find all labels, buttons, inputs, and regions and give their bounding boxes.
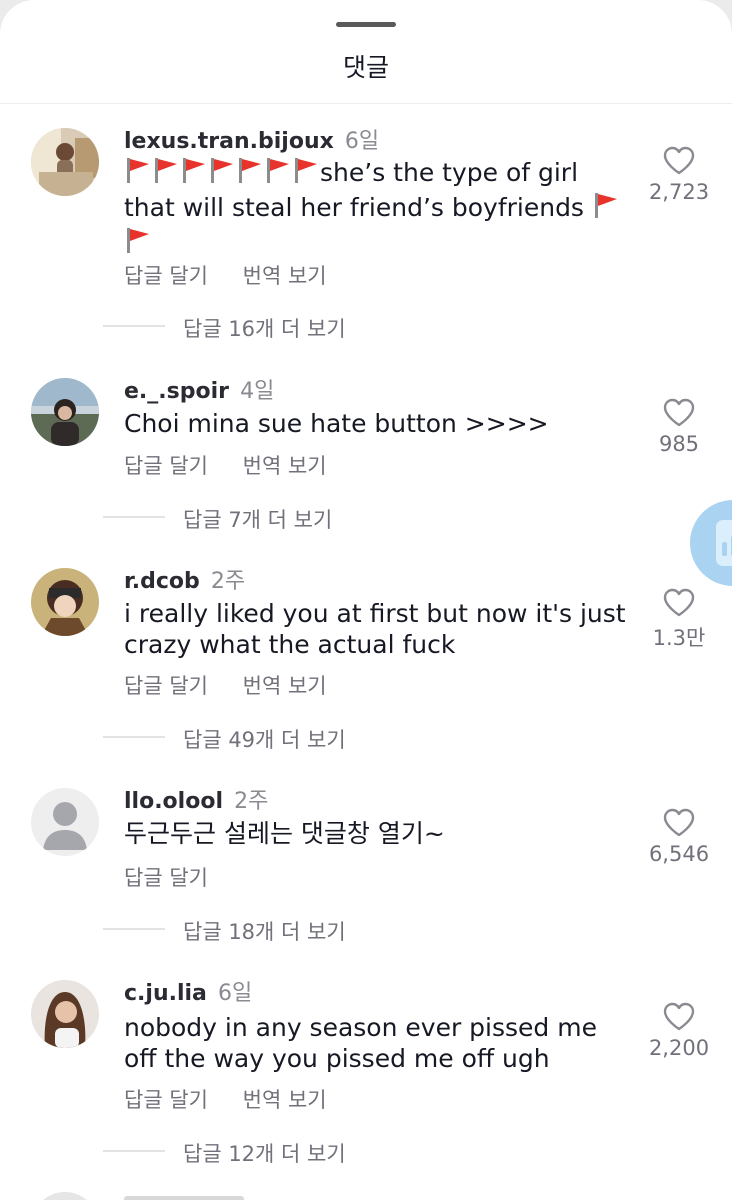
red-flag-icon [236, 156, 264, 191]
sheet-title: 댓글 [342, 53, 389, 82]
comment-username[interactable]: llo.olool [124, 789, 223, 814]
comment-username[interactable]: e._.spoir [124, 379, 229, 404]
comment-time: 6일 [217, 981, 253, 1006]
chart-icon [716, 520, 732, 566]
reply-button[interactable]: 답글 달기 [124, 264, 208, 288]
heart-icon[interactable] [662, 398, 696, 428]
view-replies-button[interactable]: 답글 7개 더 보기 [183, 504, 332, 534]
translate-button[interactable]: 번역 보기 [243, 674, 327, 698]
red-flag-icon [124, 156, 152, 191]
comment-item: r.dcob 2주 i really liked you at first bu… [0, 558, 732, 752]
like-count: 2,723 [648, 180, 710, 204]
heart-icon[interactable] [662, 588, 696, 618]
reply-button[interactable]: 답글 달기 [124, 454, 208, 478]
comment-text: she’s the type of girl that will steal h… [124, 156, 629, 261]
comment-username[interactable]: r.dcob [124, 569, 200, 594]
replies-divider [103, 325, 165, 327]
like-count: 1.3만 [652, 626, 706, 650]
replies-divider [103, 928, 165, 930]
comment-item: lexus.tran.bijoux 6일 she’s the type of g… [0, 118, 732, 341]
view-replies-button[interactable]: 답글 49개 더 보기 [183, 724, 346, 754]
heart-icon[interactable] [662, 146, 696, 176]
user-avatar[interactable] [31, 788, 99, 856]
translate-button[interactable]: 번역 보기 [243, 454, 327, 478]
avatar-photo-icon [31, 128, 99, 196]
view-replies-button[interactable]: 답글 12개 더 보기 [183, 1138, 346, 1168]
comment-time: 4일 [240, 379, 275, 404]
comment-time: 2주 [210, 569, 246, 594]
red-flag-icon [124, 226, 152, 261]
sheet-drag-handle[interactable] [336, 22, 396, 27]
comment-item: c.ju.lia 6일 nobody in any season ever pi… [0, 970, 732, 1166]
red-flag-icon [152, 156, 180, 191]
like-count: 6,546 [648, 842, 710, 866]
comment-time: 2주 [234, 789, 269, 814]
next-comment-partial [0, 1186, 732, 1200]
comment-username[interactable]: c.ju.lia [124, 981, 207, 1006]
translate-button[interactable]: 번역 보기 [243, 264, 327, 288]
avatar-photo-icon [31, 378, 99, 446]
red-flag-icon [208, 156, 236, 191]
red-flag-icon [264, 156, 292, 191]
comment-item: llo.olool 2주 두근두근 설레는 댓글창 열기~ 답글 달기 답글 1… [0, 778, 732, 968]
heart-icon[interactable] [662, 1002, 696, 1032]
comment-item: e._.spoir 4일 Choi mina sue hate button >… [0, 368, 732, 558]
avatar-photo-icon [31, 980, 99, 1048]
comment-text: Choi mina sue hate button >>>> [124, 409, 549, 438]
red-flag-icon [292, 156, 320, 191]
comment-username[interactable]: lexus.tran.bijoux [124, 129, 334, 154]
like-count: 2,200 [648, 1036, 710, 1060]
reply-button[interactable]: 답글 달기 [124, 674, 208, 698]
reply-button[interactable]: 답글 달기 [124, 866, 208, 890]
comment-time: 6일 [344, 129, 380, 154]
default-avatar-icon [31, 788, 99, 856]
reply-button[interactable]: 답글 달기 [124, 1088, 208, 1112]
comment-text: nobody in any season ever pissed me off … [124, 1013, 597, 1073]
replies-divider [103, 1150, 165, 1152]
header-divider [0, 103, 732, 104]
translate-button[interactable]: 번역 보기 [243, 1088, 327, 1112]
comments-sheet: 댓글 lexus.tran.bijoux 6일 she’s the type o… [0, 0, 732, 1200]
replies-divider [103, 736, 165, 738]
replies-divider [103, 516, 165, 518]
comment-text: i really liked you at first but now it's… [124, 599, 626, 659]
user-avatar[interactable] [31, 128, 99, 196]
view-replies-button[interactable]: 답글 16개 더 보기 [183, 313, 346, 343]
red-flag-icon [180, 156, 208, 191]
user-avatar[interactable] [31, 568, 99, 636]
user-avatar[interactable] [31, 378, 99, 446]
avatar-anime-icon [31, 568, 99, 636]
red-flag-icon [592, 191, 620, 226]
like-count: 985 [658, 432, 700, 456]
comment-text: 두근두근 설레는 댓글창 열기~ [124, 819, 445, 848]
heart-icon[interactable] [662, 808, 696, 838]
view-replies-button[interactable]: 답글 18개 더 보기 [183, 916, 346, 946]
user-avatar[interactable] [31, 980, 99, 1048]
